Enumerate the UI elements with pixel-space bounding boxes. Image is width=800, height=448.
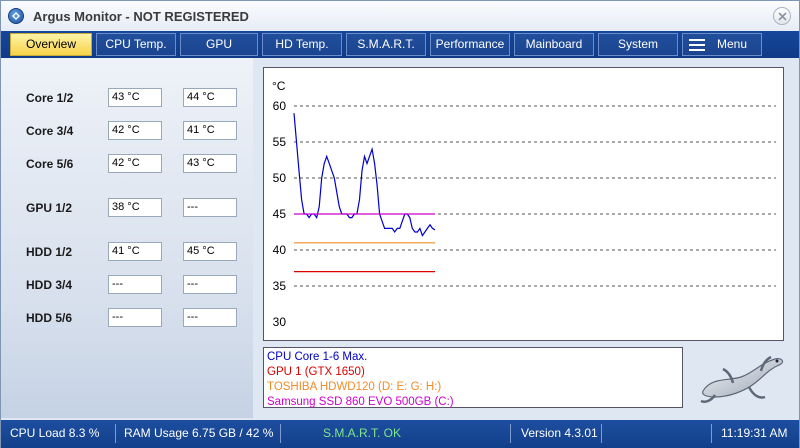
series-line-0 [293, 113, 436, 237]
tab-performance[interactable]: Performance [430, 33, 510, 56]
status-version: Version 4.3.01 [521, 426, 598, 440]
sensor-value-hdd-4: --- [183, 275, 237, 294]
sensor-value-hdd-2: 45 °C [183, 242, 237, 261]
sensor-label-hdd-5-6: HDD 5/6 [26, 311, 73, 325]
sensor-value-core-3: 42 °C [108, 121, 162, 140]
hamburger-icon [689, 39, 705, 51]
sensor-value-hdd-6: --- [183, 308, 237, 327]
y-tick-label: 35 [273, 279, 287, 293]
sensor-label-core-5-6: Core 5/6 [26, 157, 74, 171]
sensor-value-hdd-5: --- [108, 308, 162, 327]
y-tick-label: 55 [273, 135, 287, 149]
legend-entry-gpu: GPU 1 (GTX 1650) [267, 366, 365, 378]
close-button[interactable] [773, 7, 791, 25]
tab-overview[interactable]: Overview [10, 33, 92, 56]
sensor-panel: Core 1/2 43 °C 44 °C Core 3/4 42 °C 41 °… [1, 58, 253, 418]
sensor-value-hdd-1: 41 °C [108, 242, 162, 261]
tab-gpu[interactable]: GPU [180, 33, 258, 56]
y-tick-label: 50 [273, 171, 287, 185]
sensor-value-core-1: 43 °C [108, 88, 162, 107]
sensor-value-core-2: 44 °C [183, 88, 237, 107]
legend-entry-ssd: Samsung SSD 860 EVO 500GB (C:) [267, 396, 454, 408]
sensor-value-gpu-2: --- [183, 198, 237, 217]
status-separator [510, 424, 511, 443]
status-separator [711, 424, 712, 443]
tab-mainboard[interactable]: Mainboard [514, 33, 594, 56]
sensor-value-core-6: 43 °C [183, 154, 237, 173]
sensor-label-gpu-1-2: GPU 1/2 [26, 201, 73, 215]
title-bar: Argus Monitor - NOT REGISTERED [1, 1, 799, 31]
status-time: 11:19:31 AM [721, 426, 788, 440]
sensor-value-gpu-1: 38 °C [108, 198, 162, 217]
y-axis-unit: °C [272, 79, 286, 93]
tab-cpu-temp[interactable]: CPU Temp. [96, 33, 176, 56]
window-title: Argus Monitor - NOT REGISTERED [33, 9, 249, 24]
tab-bar: Overview CPU Temp. GPU HD Temp. S.M.A.R.… [1, 31, 799, 58]
status-smart: S.M.A.R.T. OK [323, 426, 402, 440]
status-bar: CPU Load 8.3 % RAM Usage 6.75 GB / 42 % … [1, 420, 799, 448]
tab-system[interactable]: System [598, 33, 678, 56]
status-cpu-load: CPU Load 8.3 % [10, 426, 100, 440]
menu-label: Menu [717, 37, 748, 51]
status-separator [280, 424, 281, 443]
gecko-mascot [700, 355, 784, 403]
status-ram-usage: RAM Usage 6.75 GB / 42 % [124, 426, 274, 440]
y-tick-label: 30 [273, 315, 287, 329]
sensor-label-hdd-3-4: HDD 3/4 [26, 278, 73, 292]
app-window: Argus Monitor - NOT REGISTERED Overview … [0, 0, 800, 448]
close-icon [778, 12, 787, 21]
temperature-chart: °C 60 55 50 45 40 35 30 [263, 67, 784, 341]
sensor-value-hdd-3: --- [108, 275, 162, 294]
chart-legend: CPU Core 1-6 Max. GPU 1 (GTX 1650) TOSHI… [263, 347, 683, 408]
tab-smart[interactable]: S.M.A.R.T. [346, 33, 426, 56]
legend-entry-cpu: CPU Core 1-6 Max. [267, 351, 368, 363]
sensor-value-core-5: 42 °C [108, 154, 162, 173]
status-separator [601, 424, 602, 443]
y-tick-label: 60 [273, 99, 287, 113]
sensor-value-core-4: 41 °C [183, 121, 237, 140]
tab-hd-temp[interactable]: HD Temp. [262, 33, 342, 56]
sensor-label-core-3-4: Core 3/4 [26, 124, 74, 138]
chart-svg: °C 60 55 50 45 40 35 30 [272, 79, 776, 329]
y-tick-label: 45 [273, 207, 287, 221]
sensor-label-core-1-2: Core 1/2 [26, 91, 74, 105]
y-tick-label: 40 [273, 243, 287, 257]
status-separator [115, 424, 116, 443]
tab-menu[interactable]: Menu [682, 33, 762, 56]
sensor-label-hdd-1-2: HDD 1/2 [26, 245, 73, 259]
argus-logo-icon [8, 8, 24, 24]
legend-entry-hdd: TOSHIBA HDWD120 (D: E: G: H:) [267, 381, 442, 393]
